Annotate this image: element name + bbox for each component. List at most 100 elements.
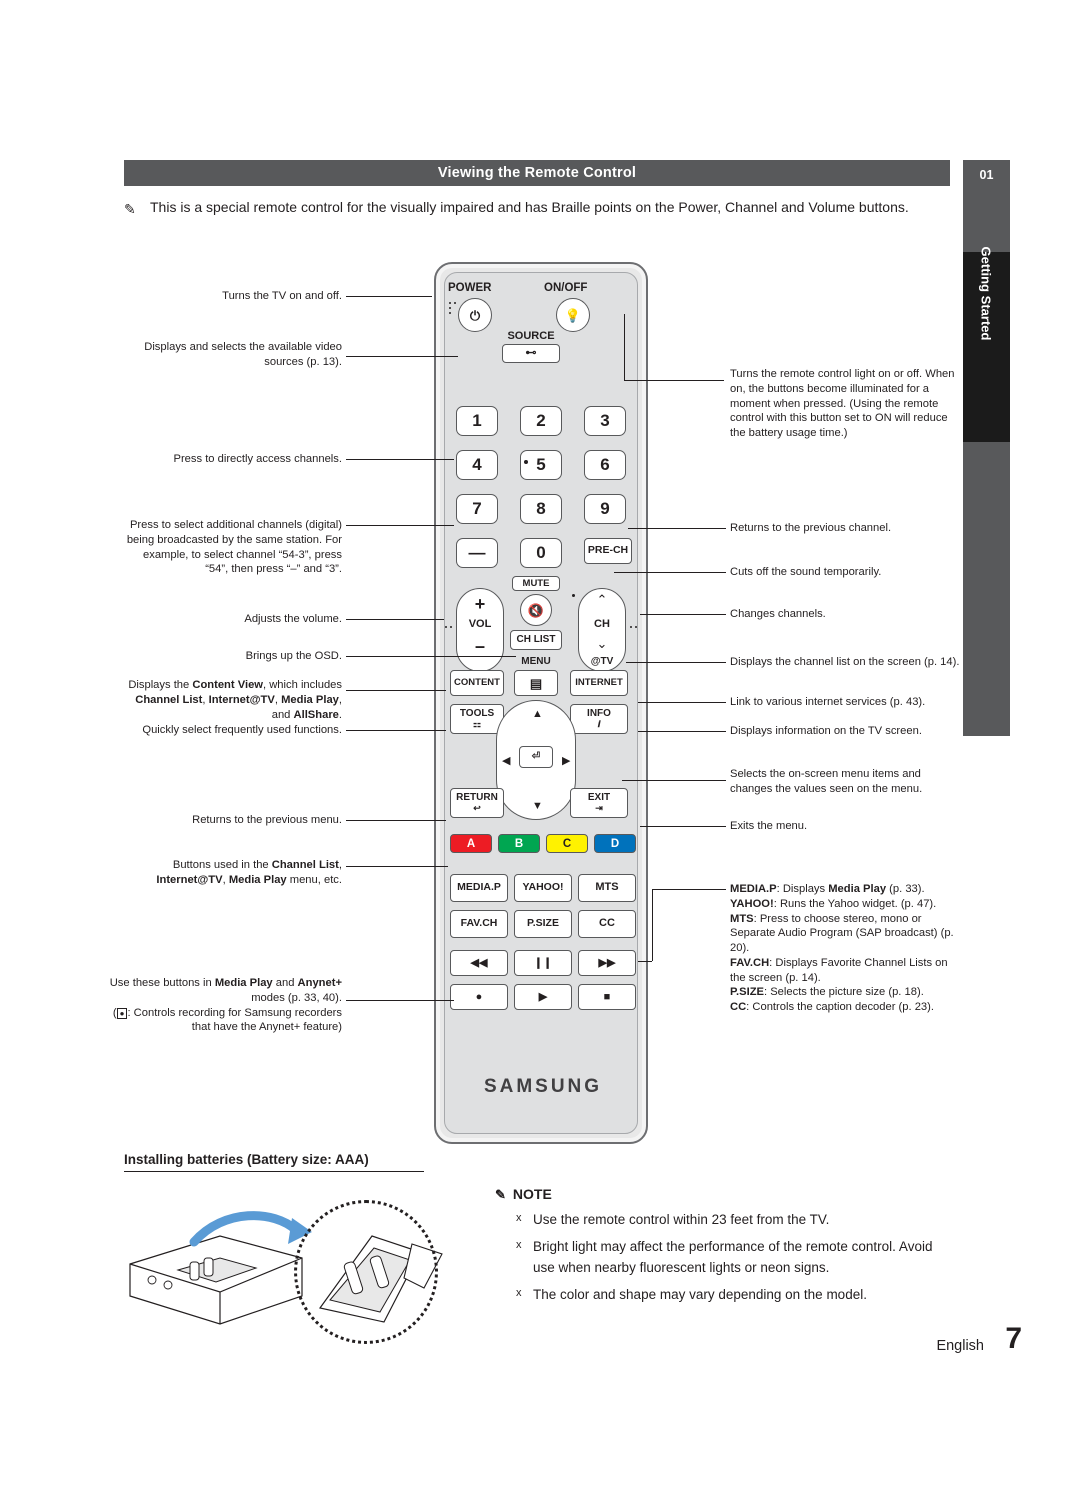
note-item: x The color and shape may vary depending …: [516, 1285, 946, 1305]
number-0-button[interactable]: 0: [520, 538, 562, 568]
nav-right-button[interactable]: ▶: [562, 754, 570, 767]
leader-media-right: [652, 889, 726, 890]
source-label: SOURCE: [507, 330, 555, 342]
volume-up-button[interactable]: +: [456, 594, 504, 615]
leader-internet: [638, 702, 726, 703]
psize-button[interactable]: P.SIZE: [514, 910, 572, 938]
play-button[interactable]: ▶: [514, 984, 572, 1010]
info-button[interactable]: INFO 𝒊: [570, 704, 628, 734]
return-icon: ↩: [473, 802, 481, 813]
content-button[interactable]: CONTENT: [450, 670, 504, 696]
leader-ch: [640, 614, 726, 615]
pause-icon: ❙❙: [533, 956, 553, 969]
enter-button[interactable]: ⏎: [519, 746, 553, 768]
channel-down-button[interactable]: ⌄: [578, 636, 626, 652]
callout-abcd: Buttons used in the Channel List, Intern…: [156, 859, 342, 886]
prech-button[interactable]: PRE-CH: [584, 538, 632, 564]
return-button[interactable]: RETURN ↩: [450, 788, 504, 818]
color-button-d[interactable]: D: [594, 834, 636, 853]
mute-button[interactable]: 🔇: [520, 594, 552, 626]
menu-button[interactable]: ▤: [514, 670, 558, 696]
stop-button[interactable]: ■: [578, 984, 636, 1010]
chapter-tab: 01 Getting Started: [963, 160, 1010, 736]
number-8-button[interactable]: 8: [520, 494, 562, 524]
rewind-button[interactable]: ◀◀: [450, 950, 508, 976]
leader-volume: [346, 619, 444, 620]
power-button[interactable]: ⏻: [458, 298, 492, 332]
nav-down-button[interactable]: ▼: [532, 800, 543, 812]
color-button-a[interactable]: A: [450, 834, 492, 853]
onoff-button[interactable]: 💡: [556, 298, 590, 332]
footer-page-number: 7: [1005, 1322, 1022, 1355]
callout-tools: Quickly select frequently used functions…: [142, 724, 342, 736]
play-icon: ▶: [538, 990, 548, 1003]
leader-info: [638, 731, 726, 732]
number-4-button[interactable]: 4: [456, 450, 498, 480]
stop-icon: ■: [603, 990, 611, 1003]
number-1-button[interactable]: 1: [456, 406, 498, 436]
channel-up-button[interactable]: ⌃: [578, 592, 626, 608]
manual-page: Viewing the Remote Control 01 Getting St…: [0, 0, 1080, 1494]
exit-button[interactable]: EXIT ⇥: [570, 788, 628, 818]
info-icon: 𝒊: [597, 718, 601, 729]
internet-button[interactable]: INTERNET: [570, 670, 628, 696]
bullet-icon: x: [516, 1286, 522, 1299]
volume-down-button[interactable]: –: [456, 636, 504, 657]
note-icon: ✎: [124, 201, 136, 217]
leader-chlist: [626, 662, 726, 663]
note-item-text: The color and shape may vary depending o…: [533, 1286, 867, 1302]
mediap-button[interactable]: MEDIA.P: [450, 874, 508, 902]
leader-dash: [346, 525, 454, 526]
leader-tools: [346, 730, 446, 731]
nav-left-button[interactable]: ◀: [502, 754, 510, 767]
leader-numbers: [346, 459, 454, 460]
nav-up-button[interactable]: ▲: [532, 708, 543, 720]
callout-content: Displays the Content View, which include…: [128, 679, 342, 721]
color-button-b[interactable]: B: [498, 834, 540, 853]
leader-power: [346, 296, 432, 297]
favch-button[interactable]: FAV.CH: [450, 910, 508, 938]
callout-media-right: MEDIA.P: Displays Media Play (p. 33). YA…: [730, 883, 954, 1014]
number-9-button[interactable]: 9: [584, 494, 626, 524]
leader-prech: [628, 528, 726, 529]
note-item: x Bright light may affect the performance…: [516, 1237, 946, 1278]
number-7-button[interactable]: 7: [456, 494, 498, 524]
callout-mute: Cuts off the sound temporarily.: [730, 566, 882, 578]
mute-label-plate: MUTE: [512, 576, 560, 591]
callout-internet: Link to various internet services (p. 43…: [730, 696, 926, 708]
onoff-label: ON/OFF: [544, 282, 588, 294]
tools-button[interactable]: TOOLS ⚏: [450, 704, 504, 734]
yahoo-button[interactable]: YAHOO!: [514, 874, 572, 902]
source-icon: ⊷: [525, 347, 537, 359]
note-list: x Use the remote control within 23 feet f…: [516, 1210, 946, 1312]
battery-section-title: Installing batteries (Battery size: AAA): [124, 1152, 424, 1172]
battery-illustration: [124, 1196, 454, 1346]
number-5-button[interactable]: 5: [520, 450, 562, 480]
number-6-button[interactable]: 6: [584, 450, 626, 480]
callout-volume: Adjusts the volume.: [244, 613, 342, 625]
channel-tactile-dot: [572, 594, 575, 597]
callout-media-left: Use these buttons in Media Play and Anyn…: [109, 977, 342, 1034]
fast-forward-button[interactable]: ▶▶: [578, 950, 636, 976]
battery-zoom-circle: [294, 1200, 438, 1344]
source-button[interactable]: ⊷: [502, 344, 560, 363]
bullet-icon: x: [516, 1212, 522, 1224]
mts-button[interactable]: MTS: [578, 874, 636, 902]
color-button-c[interactable]: C: [546, 834, 588, 853]
power-icon: ⏻: [469, 307, 481, 323]
pause-button[interactable]: ❙❙: [514, 950, 572, 976]
leader-menu: [346, 656, 516, 657]
tools-label: TOOLS: [459, 708, 495, 720]
leader-abcd: [346, 866, 448, 867]
record-button[interactable]: ●: [450, 984, 508, 1010]
record-icon: ●: [475, 990, 483, 1003]
number-2-button[interactable]: 2: [520, 406, 562, 436]
cc-button[interactable]: CC: [578, 910, 636, 938]
callout-onoff: Turns the remote control light on or off…: [730, 368, 955, 440]
dash-button[interactable]: —: [456, 538, 498, 568]
callout-pad: Selects the on-screen menu items and cha…: [730, 768, 923, 795]
menu-icon: ▤: [529, 675, 543, 691]
enter-icon: ⏎: [531, 751, 541, 762]
number-3-button[interactable]: 3: [584, 406, 626, 436]
chlist-button[interactable]: CH LIST: [510, 630, 562, 650]
